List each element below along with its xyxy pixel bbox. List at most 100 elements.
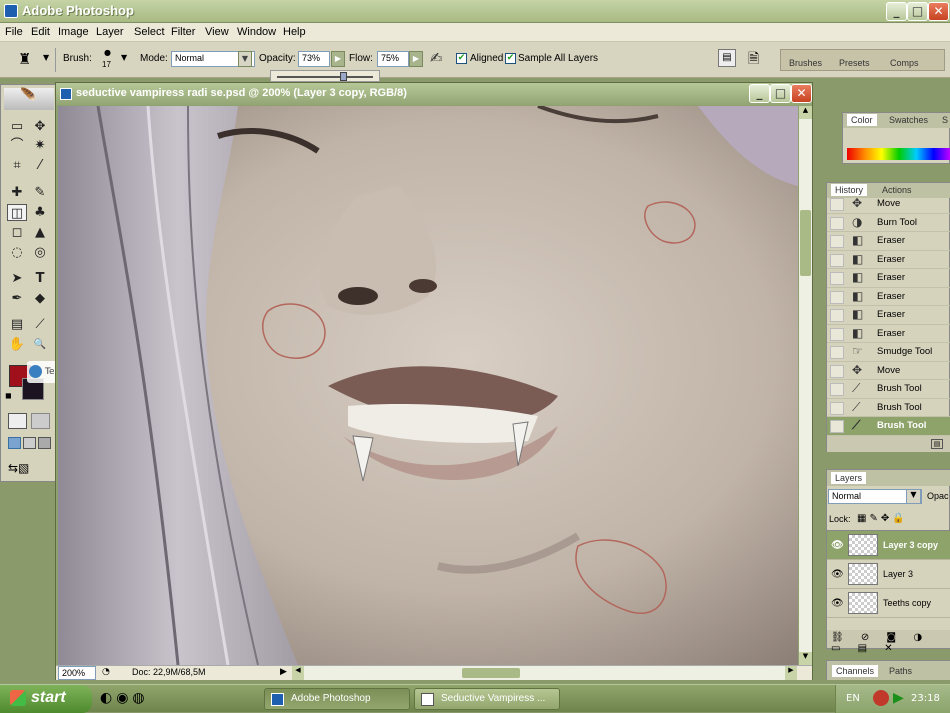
- menu-view[interactable]: View: [205, 26, 229, 38]
- tab-styles[interactable]: S: [942, 115, 948, 125]
- tab-actions[interactable]: Actions: [882, 185, 912, 195]
- history-item[interactable]: ✥ Move: [827, 362, 950, 380]
- start-button[interactable]: start: [0, 685, 92, 713]
- brush-tool-icon[interactable]: ✎: [30, 184, 50, 201]
- shape-tool-icon[interactable]: ◆: [30, 290, 50, 307]
- doc-minimize-button[interactable]: _: [749, 84, 770, 103]
- horizontal-scrollbar[interactable]: ◀ ▶: [292, 666, 797, 680]
- vertical-scrollbar[interactable]: ▲ ▼: [799, 106, 812, 665]
- history-item[interactable]: ◧ Eraser: [827, 232, 950, 251]
- history-state-checkbox[interactable]: [830, 327, 844, 341]
- palette-well-tab-brushes[interactable]: Brushes: [789, 58, 822, 68]
- history-state-checkbox[interactable]: [830, 198, 844, 211]
- blur-tool-icon[interactable]: ◌: [7, 244, 27, 261]
- minimize-button[interactable]: _: [886, 2, 907, 21]
- menu-image[interactable]: Image: [58, 26, 89, 38]
- lock-icons[interactable]: ▦✎✥🔒: [857, 513, 908, 524]
- marquee-tool-icon[interactable]: ▭: [7, 118, 27, 135]
- hand-tool-icon[interactable]: ✋: [7, 336, 27, 353]
- magic-wand-tool-icon[interactable]: ✷: [30, 137, 50, 154]
- path-selection-tool-icon[interactable]: ➤: [7, 270, 27, 287]
- layer-row[interactable]: 👁 Teeths copy: [827, 589, 950, 618]
- lasso-tool-icon[interactable]: ⌒: [7, 137, 27, 154]
- crop-tool-icon[interactable]: ⌗: [7, 157, 27, 174]
- scroll-up-icon[interactable]: ▲: [799, 106, 812, 119]
- history-item[interactable]: ⟋ Brush Tool: [827, 417, 950, 436]
- slice-tool-icon[interactable]: ⁄: [30, 157, 50, 174]
- default-colors-icon[interactable]: ◼: [5, 391, 14, 400]
- tab-channels[interactable]: Channels: [832, 665, 879, 677]
- history-state-checkbox[interactable]: [830, 401, 844, 415]
- doc-maximize-button[interactable]: □: [770, 84, 791, 103]
- doc-close-button[interactable]: ✕: [791, 84, 812, 103]
- history-brush-tool-icon[interactable]: ♣: [30, 204, 50, 221]
- tray-volume-icon[interactable]: [873, 690, 889, 706]
- quick-launch-icons[interactable]: ◐◉◍: [100, 690, 149, 706]
- history-state-checkbox[interactable]: [830, 364, 844, 378]
- history-state-checkbox[interactable]: [830, 346, 844, 359]
- pen-tool-icon[interactable]: ✒: [7, 290, 27, 307]
- flow-slider-button[interactable]: ▶: [409, 51, 423, 67]
- airbrush-icon[interactable]: ✍: [430, 49, 443, 67]
- clone-stamp-tool-icon[interactable]: ♜: [18, 50, 31, 68]
- history-item[interactable]: ⟋ Brush Tool: [827, 399, 950, 417]
- image-canvas[interactable]: [58, 106, 798, 665]
- history-state-checkbox[interactable]: [830, 309, 844, 322]
- aligned-checkbox[interactable]: ✔: [456, 53, 467, 64]
- history-state-checkbox[interactable]: [830, 235, 844, 248]
- eyedropper-tool-icon[interactable]: ⟋: [30, 316, 50, 333]
- history-item[interactable]: ◧ Eraser: [827, 251, 950, 269]
- horizontal-scroll-thumb[interactable]: [462, 668, 520, 678]
- tab-layers[interactable]: Layers: [831, 472, 867, 484]
- tab-color[interactable]: Color: [847, 114, 877, 126]
- dodge-tool-icon[interactable]: ◎: [30, 244, 50, 261]
- clone-stamp-tool-icon[interactable]: ◫: [7, 204, 27, 221]
- layer-visibility-eye-icon[interactable]: 👁: [831, 598, 844, 609]
- vertical-scroll-thumb[interactable]: [800, 210, 811, 276]
- brush-tip-icon[interactable]: ●: [104, 48, 111, 57]
- tool-preset-dropdown-icon[interactable]: ▼: [43, 53, 49, 62]
- history-delete-icon[interactable]: ▤: [931, 439, 943, 449]
- screen-mode-full-menu-icon[interactable]: [23, 437, 36, 449]
- brush-picker-chevron-icon[interactable]: ▼: [121, 53, 127, 62]
- close-button[interactable]: ✕: [928, 2, 949, 21]
- notes-tool-icon[interactable]: ▤: [7, 316, 27, 333]
- tray-play-icon[interactable]: ▶: [893, 690, 904, 706]
- history-item[interactable]: ☞ Smudge Tool: [827, 343, 950, 362]
- eraser-tool-icon[interactable]: ◻: [7, 224, 27, 241]
- scroll-down-icon[interactable]: ▼: [799, 652, 812, 665]
- layer-visibility-eye-icon[interactable]: 👁: [831, 540, 844, 551]
- task-photoshop[interactable]: Adobe Photoshop: [264, 688, 410, 710]
- opacity-slider-thumb[interactable]: [340, 72, 347, 81]
- history-item[interactable]: ◧ Eraser: [827, 269, 950, 288]
- paint-bucket-tool-icon[interactable]: ▲: [30, 224, 50, 241]
- tab-paths[interactable]: Paths: [889, 666, 912, 676]
- language-indicator[interactable]: EN: [846, 693, 860, 704]
- menu-select[interactable]: Select: [134, 26, 165, 38]
- opacity-input[interactable]: 73%: [298, 51, 330, 67]
- menu-layer[interactable]: Layer: [96, 26, 124, 38]
- standard-mode-icon[interactable]: [8, 413, 27, 429]
- history-state-checkbox[interactable]: [830, 272, 844, 285]
- opacity-slider-button[interactable]: ▶: [331, 51, 345, 67]
- history-item[interactable]: ⟋ Brush Tool: [827, 380, 950, 399]
- layer-footer-icons[interactable]: ⛓ ⊘ ◙ ◑ ▭ ▤ ✕: [827, 630, 950, 654]
- status-menu-icon[interactable]: ◔: [102, 667, 110, 677]
- history-state-checkbox[interactable]: [830, 290, 844, 304]
- scroll-right-icon[interactable]: ▶: [785, 666, 797, 680]
- quick-mask-mode-icon[interactable]: [31, 413, 50, 429]
- layer-visibility-eye-icon[interactable]: 👁: [831, 569, 844, 580]
- tab-swatches[interactable]: Swatches: [889, 115, 928, 125]
- color-spectrum-bar[interactable]: [847, 148, 950, 160]
- menu-window[interactable]: Window: [237, 26, 276, 38]
- blend-mode-chevron-icon[interactable]: ▼: [906, 489, 921, 504]
- history-item[interactable]: ◧ Eraser: [827, 306, 950, 325]
- zoom-tool-icon[interactable]: 🔍: [30, 336, 50, 353]
- screen-mode-full-icon[interactable]: [38, 437, 51, 449]
- history-item[interactable]: ✥ Move: [827, 195, 950, 214]
- palette-well-tab-comps[interactable]: Comps: [890, 58, 919, 68]
- type-tool-icon[interactable]: T: [30, 270, 50, 287]
- healing-brush-tool-icon[interactable]: ✚: [7, 184, 27, 201]
- palette-menu-icon[interactable]: ▤: [718, 49, 736, 67]
- restore-button[interactable]: □: [907, 2, 928, 21]
